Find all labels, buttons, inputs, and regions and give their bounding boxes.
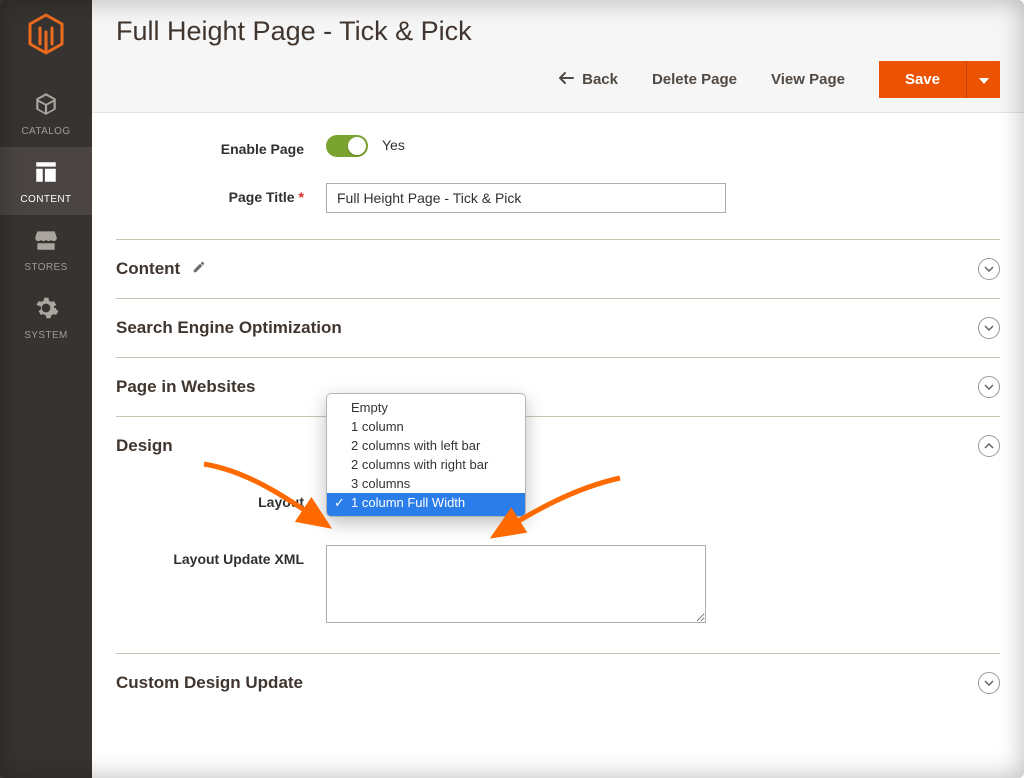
storefront-icon [33,227,59,258]
enable-page-row: Enable Page Yes [116,135,1000,157]
layout-dropdown: Empty 1 column 2 columns with left bar 2… [326,393,526,517]
enable-page-toggle[interactable] [326,135,368,157]
enable-page-value: Yes [382,135,405,153]
back-button[interactable]: Back [558,71,618,89]
layout-xml-textarea[interactable] [326,545,706,623]
layout-option[interactable]: 1 column [327,417,525,436]
section-label: Custom Design Update [116,673,303,693]
page-title-input[interactable] [326,183,726,213]
page-actions: Back Delete Page View Page Save [116,61,1000,98]
section-label: Design [116,436,173,456]
delete-page-button[interactable]: Delete Page [652,71,737,88]
sidebar-item-label: CATALOG [21,126,70,137]
sidebar-item-catalog[interactable]: CATALOG [0,79,92,147]
layout-xml-label: Layout Update XML [116,545,326,567]
layout-select[interactable]: Empty 1 column 2 columns with left bar 2… [326,489,541,515]
page-content: Enable Page Yes Page Title* Content [92,113,1024,720]
page-header: Full Height Page - Tick & Pick Back Dele… [92,0,1024,113]
required-star-icon: * [299,189,304,205]
magento-logo-icon [26,12,66,61]
page-title: Full Height Page - Tick & Pick [116,16,1000,47]
layout-icon [33,159,59,190]
section-custom-design-update[interactable]: Custom Design Update [116,653,1000,712]
layout-option[interactable]: 2 columns with left bar [327,436,525,455]
enable-page-label: Enable Page [116,135,326,157]
chevron-up-icon [978,435,1000,457]
layout-option-selected[interactable]: 1 column Full Width [327,493,525,516]
chevron-down-icon [978,376,1000,398]
sidebar-item-stores[interactable]: STORES [0,215,92,283]
sidebar-item-label: CONTENT [20,194,71,205]
layout-row: Layout Empty 1 column 2 columns with lef… [116,489,1000,515]
pencil-icon [192,259,206,279]
design-section-body: Layout Empty 1 column 2 columns with lef… [116,475,1000,653]
chevron-down-icon [978,672,1000,694]
section-page-in-websites[interactable]: Page in Websites [116,357,1000,416]
chevron-down-icon [978,317,1000,339]
layout-xml-row: Layout Update XML [116,545,1000,623]
arrow-left-icon [558,71,574,89]
chevron-down-icon [978,258,1000,280]
save-button[interactable]: Save [879,61,966,98]
page-title-row: Page Title* [116,183,1000,213]
caret-down-icon [979,72,989,87]
layout-option[interactable]: 3 columns [327,474,525,493]
sidebar-item-label: SYSTEM [24,330,68,341]
back-label: Back [582,71,618,88]
section-label: Content [116,259,180,279]
main-pane: Full Height Page - Tick & Pick Back Dele… [92,0,1024,778]
section-label: Page in Websites [116,377,256,397]
section-design[interactable]: Design [116,416,1000,475]
save-dropdown-toggle[interactable] [966,61,1000,98]
layout-label: Layout [116,494,326,510]
view-page-button[interactable]: View Page [771,71,845,88]
section-label: Search Engine Optimization [116,318,342,338]
page-title-label: Page Title* [116,183,326,205]
cube-icon [33,91,59,122]
sidebar-item-system[interactable]: SYSTEM [0,283,92,351]
sidebar-item-label: STORES [24,262,67,273]
layout-option[interactable]: 2 columns with right bar [327,455,525,474]
section-seo[interactable]: Search Engine Optimization [116,298,1000,357]
gear-icon [33,295,59,326]
layout-option[interactable]: Empty [327,394,525,417]
admin-sidebar: CATALOG CONTENT STORES SYSTEM [0,0,92,778]
section-content[interactable]: Content [116,239,1000,298]
sidebar-item-content[interactable]: CONTENT [0,147,92,215]
